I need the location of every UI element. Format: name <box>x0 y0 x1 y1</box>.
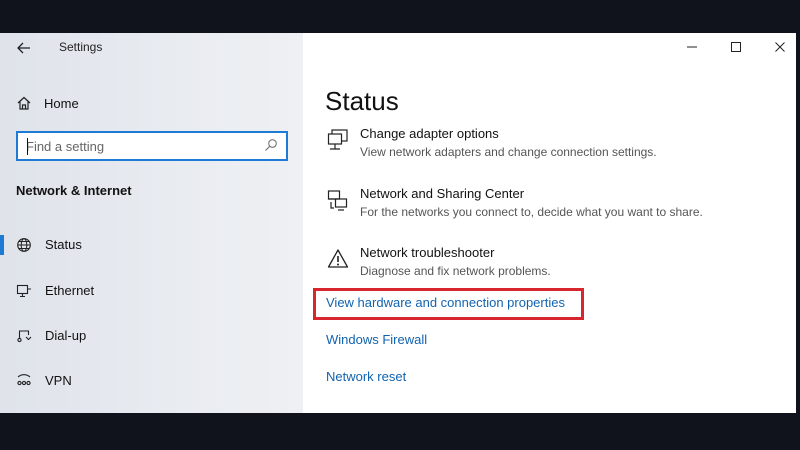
back-arrow-icon <box>17 42 30 54</box>
close-icon <box>775 42 785 52</box>
network-reset-link[interactable]: Network reset <box>326 369 406 384</box>
sharing-icon <box>327 190 348 211</box>
section-title: Network & Internet <box>16 183 132 198</box>
option-description: Diagnose and fix network problems. <box>360 264 551 278</box>
sidebar-item-label: Status <box>45 237 82 252</box>
windows-firewall-link[interactable]: Windows Firewall <box>326 332 427 347</box>
option-title: Network and Sharing Center <box>360 186 525 201</box>
maximize-icon <box>731 42 741 52</box>
search-icon[interactable] <box>264 138 280 154</box>
search-input[interactable] <box>26 137 256 155</box>
vpn-icon <box>17 374 31 386</box>
highlight-box <box>313 288 584 320</box>
sidebar-item-vpn[interactable]: VPN <box>0 366 303 396</box>
network-troubleshooter[interactable]: Network troubleshooter Diagnose and fix … <box>325 245 765 289</box>
dialup-icon <box>17 330 32 343</box>
screen-border <box>796 0 800 450</box>
option-title: Network troubleshooter <box>360 245 495 260</box>
minimize-icon <box>687 46 697 48</box>
sidebar-item-label: Dial-up <box>45 328 87 343</box>
warning-icon <box>327 249 349 268</box>
sidebar-item-ethernet[interactable]: Ethernet <box>0 276 303 306</box>
text-caret <box>27 138 28 155</box>
close-button[interactable] <box>768 36 792 58</box>
page-title: Status <box>325 86 399 116</box>
back-button[interactable] <box>14 38 34 58</box>
globe-icon <box>17 238 31 252</box>
ethernet-icon <box>16 284 31 298</box>
home-label: Home <box>44 95 79 111</box>
option-description: View network adapters and change connect… <box>360 145 657 159</box>
option-title: Change adapter options <box>360 126 499 141</box>
option-description: For the networks you connect to, decide … <box>360 205 703 219</box>
sidebar-item-status[interactable]: Status <box>0 230 303 260</box>
network-sharing-center[interactable]: Network and Sharing Center For the netwo… <box>325 186 765 230</box>
search-box[interactable] <box>16 131 288 161</box>
change-adapter-options[interactable]: Change adapter options View network adap… <box>325 126 765 170</box>
sidebar-item-label: VPN <box>45 373 72 388</box>
settings-window: Settings Home Network & Internet <box>0 33 800 413</box>
window-title: Settings <box>59 40 103 54</box>
home-icon <box>17 96 31 110</box>
adapter-icon <box>327 129 348 150</box>
sidebar-home[interactable]: Home <box>16 92 79 114</box>
minimize-button[interactable] <box>680 36 704 58</box>
sidebar-item-label: Ethernet <box>45 283 95 298</box>
maximize-button[interactable] <box>724 36 748 58</box>
sidebar: Settings Home Network & Internet <box>0 33 303 413</box>
sidebar-item-dial-up[interactable]: Dial-up <box>0 321 303 351</box>
